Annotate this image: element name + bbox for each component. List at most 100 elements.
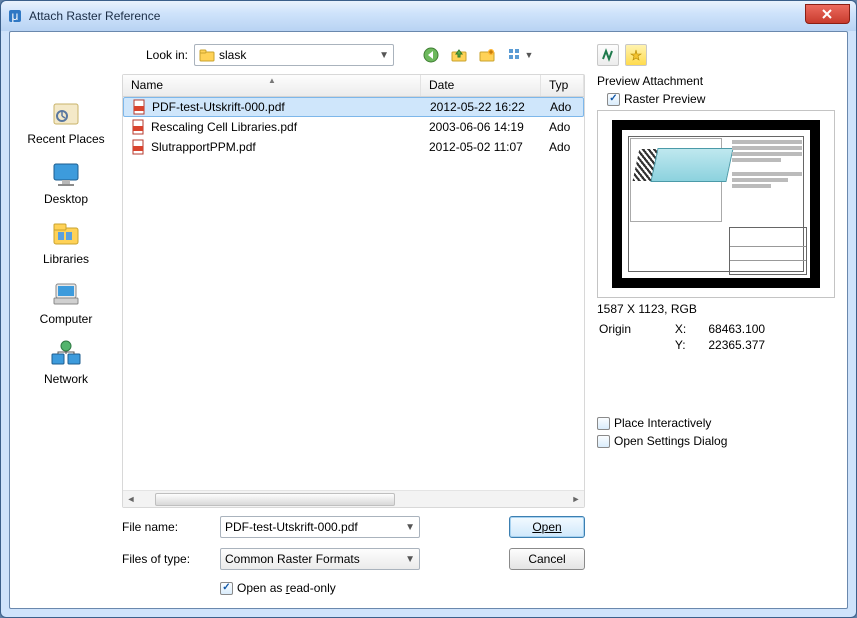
dialog-body: Recent Places Desktop Libraries Computer… [9, 31, 848, 609]
checkbox-icon [607, 93, 620, 106]
readonly-label: Open as read-only [237, 581, 336, 595]
place-label: Recent Places [27, 132, 104, 146]
file-row[interactable]: PDF-test-Utskrift-000.pdf 2012-05-22 16:… [123, 97, 584, 117]
preview-toolbar [597, 42, 835, 68]
place-label: Computer [40, 312, 93, 326]
place-label: Libraries [43, 252, 89, 266]
place-recent[interactable]: Recent Places [27, 98, 104, 146]
filename-row: File name: PDF-test-Utskrift-000.pdf ▼ O… [122, 514, 585, 540]
chevron-down-icon: ▼ [405, 554, 415, 565]
titlebar[interactable]: μ Attach Raster Reference [1, 1, 856, 31]
file-row[interactable]: SlutrapportPPM.pdf 2012-05-02 11:07 Ado [123, 137, 584, 157]
open-label: Open [532, 520, 561, 534]
file-row[interactable]: Rescaling Cell Libraries.pdf 2003-06-06 … [123, 117, 584, 137]
lookin-combo[interactable]: slask ▼ [194, 44, 394, 66]
chevron-down-icon: ▼ [525, 50, 534, 60]
raster-preview-label: Raster Preview [624, 92, 705, 106]
place-label: Desktop [44, 192, 88, 206]
chevron-down-icon: ▼ [405, 522, 415, 533]
pdf-icon [131, 119, 147, 135]
close-icon [822, 9, 834, 19]
file-type: Ado [541, 120, 584, 134]
file-date: 2003-06-06 14:19 [421, 120, 541, 134]
column-header-type[interactable]: Typ [541, 75, 584, 96]
filename-input[interactable]: PDF-test-Utskrift-000.pdf ▼ [220, 516, 420, 538]
filetype-combo[interactable]: Common Raster Formats ▼ [220, 548, 420, 570]
views-button[interactable]: ▼ [504, 44, 536, 66]
readonly-checkbox[interactable]: Open as read-only [220, 581, 336, 595]
browser-area: Look in: slask ▼ ▼ [122, 42, 585, 598]
raster-preview-checkbox[interactable]: Raster Preview [607, 92, 835, 106]
pdf-icon [131, 139, 147, 155]
preview-tool-1[interactable] [597, 44, 619, 66]
folder-up-icon [451, 47, 467, 63]
place-network[interactable]: Network [44, 338, 88, 386]
file-type: Ado [542, 100, 583, 114]
preview-group-label: Preview Attachment [597, 74, 835, 88]
dialog-window: μ Attach Raster Reference Recent Places … [0, 0, 857, 618]
column-header-date[interactable]: Date [421, 75, 541, 96]
preview-image-box [597, 110, 835, 298]
filename-label: File name: [122, 520, 212, 534]
filetype-value: Common Raster Formats [225, 552, 360, 566]
place-label: Network [44, 372, 88, 386]
preview-drawing [612, 120, 820, 288]
place-interactively-checkbox[interactable]: Place Interactively [597, 416, 835, 430]
origin-x-label: X: [675, 322, 706, 336]
checkbox-icon [220, 582, 233, 595]
lookin-label: Look in: [122, 48, 188, 62]
sort-caret-icon: ▲ [268, 76, 276, 85]
preview-tool-2[interactable] [625, 44, 647, 66]
preview-origin: Origin X: 68463.100 Y: 22365.377 [597, 320, 835, 354]
open-settings-checkbox[interactable]: Open Settings Dialog [597, 434, 835, 448]
origin-y: 22365.377 [708, 338, 833, 352]
file-rows: PDF-test-Utskrift-000.pdf 2012-05-22 16:… [123, 97, 584, 490]
checkbox-icon [597, 435, 610, 448]
origin-y-label: Y: [675, 338, 706, 352]
chevron-down-icon: ▼ [379, 50, 389, 61]
new-folder-button[interactable] [476, 44, 498, 66]
origin-x: 68463.100 [708, 322, 833, 336]
cancel-button[interactable]: Cancel [509, 548, 585, 570]
cancel-label: Cancel [528, 552, 565, 566]
scroll-left-icon[interactable]: ◄ [123, 491, 139, 507]
places-bar: Recent Places Desktop Libraries Computer… [22, 42, 110, 598]
svg-text:μ: μ [12, 9, 19, 23]
views-icon [507, 47, 523, 63]
preview-attachment-group: Preview Attachment Raster Preview [597, 74, 835, 354]
up-button[interactable] [448, 44, 470, 66]
file-list: Name Date Typ PDF-test-Utskrift-000.pdf … [122, 74, 585, 508]
new-folder-icon [479, 47, 495, 63]
filetype-label: Files of type: [122, 552, 212, 566]
preview-panel: Preview Attachment Raster Preview [597, 42, 835, 598]
lookin-row: Look in: slask ▼ ▼ [122, 42, 585, 68]
folder-icon [199, 48, 215, 62]
checkbox-icon [597, 417, 610, 430]
file-date: 2012-05-22 16:22 [422, 100, 542, 114]
place-libraries[interactable]: Libraries [43, 218, 89, 266]
pdf-icon [132, 99, 148, 115]
file-name: PDF-test-Utskrift-000.pdf [152, 100, 285, 114]
file-name: Rescaling Cell Libraries.pdf [151, 120, 297, 134]
back-button[interactable] [420, 44, 442, 66]
place-computer[interactable]: Computer [40, 278, 93, 326]
place-desktop[interactable]: Desktop [44, 158, 88, 206]
origin-label: Origin [599, 322, 673, 336]
filename-value: PDF-test-Utskrift-000.pdf [225, 520, 358, 534]
back-icon [423, 47, 439, 63]
open-settings-label: Open Settings Dialog [614, 434, 727, 448]
star-icon [630, 49, 642, 61]
file-date: 2012-05-02 11:07 [421, 140, 541, 154]
column-header-row: Name Date Typ [123, 75, 584, 97]
open-button[interactable]: Open [509, 516, 585, 538]
window-title: Attach Raster Reference [29, 9, 160, 23]
preview-dimensions: 1587 X 1123, RGB [597, 302, 835, 316]
lookin-value: slask [219, 48, 246, 62]
horizontal-scrollbar[interactable]: ◄ ► [123, 490, 584, 507]
scroll-right-icon[interactable]: ► [568, 491, 584, 507]
filetype-row: Files of type: Common Raster Formats ▼ C… [122, 546, 585, 572]
scrollbar-thumb[interactable] [155, 493, 395, 506]
close-button[interactable] [805, 4, 850, 24]
zigzag-icon [601, 48, 615, 62]
place-interactively-label: Place Interactively [614, 416, 711, 430]
